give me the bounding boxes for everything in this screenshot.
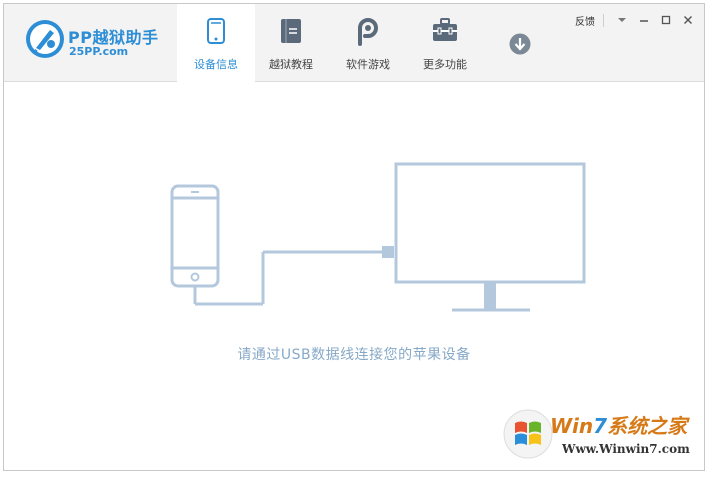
- app-window: PP越狱助手 25PP.com 设备信息 越狱教程 软件游戏 更多功能 反馈 请…: [3, 3, 705, 471]
- iphone-illustration: [170, 184, 220, 288]
- windows-logo-icon: [503, 409, 553, 459]
- pp-logo-icon: [358, 18, 378, 46]
- minimize-button[interactable]: [634, 11, 654, 29]
- tab-label: 越狱教程: [269, 58, 313, 71]
- tab-jailbreak-tutorial[interactable]: 越狱教程: [252, 4, 330, 82]
- tab-device-info[interactable]: 设备信息: [177, 4, 255, 82]
- divider: [603, 13, 604, 27]
- tab-more-features[interactable]: 更多功能: [406, 4, 484, 82]
- watermark-url: Www.Winwin7.com: [562, 442, 690, 456]
- tab-software-games[interactable]: 软件游戏: [329, 4, 407, 82]
- usb-cable-illustration: [193, 246, 394, 306]
- usb-connection-illustration: [170, 162, 586, 312]
- maximize-button[interactable]: [656, 11, 676, 29]
- minimize-icon: [640, 20, 648, 22]
- tab-label: 软件游戏: [346, 58, 390, 71]
- window-controls: 反馈: [575, 10, 698, 30]
- menu-dropdown-button[interactable]: [612, 11, 632, 29]
- download-icon[interactable]: [509, 33, 531, 55]
- close-button[interactable]: [678, 11, 698, 29]
- app-logo: PP越狱助手 25PP.com: [24, 18, 174, 68]
- tab-label: 更多功能: [423, 58, 467, 71]
- feedback-link[interactable]: 反馈: [575, 13, 595, 28]
- phone-icon: [207, 18, 225, 44]
- watermark: Win7系统之家 Www.Winwin7.com: [502, 406, 698, 466]
- connect-device-hint: 请通过USB数据线连接您的苹果设备: [237, 347, 471, 363]
- pp-brush-logo-icon: [26, 20, 64, 58]
- toolbox-icon: [433, 18, 457, 41]
- watermark-title: Win7系统之家: [550, 414, 688, 438]
- tab-label: 设备信息: [194, 58, 238, 71]
- monitor-illustration: [394, 162, 586, 312]
- app-subtitle: 25PP.com: [69, 45, 129, 58]
- close-icon: [684, 16, 692, 24]
- maximize-icon: [661, 15, 671, 25]
- chevron-down-icon: [618, 18, 626, 22]
- title-bar: PP越狱助手 25PP.com 设备信息 越狱教程 软件游戏 更多功能 反馈: [4, 4, 704, 82]
- book-icon: [281, 19, 301, 43]
